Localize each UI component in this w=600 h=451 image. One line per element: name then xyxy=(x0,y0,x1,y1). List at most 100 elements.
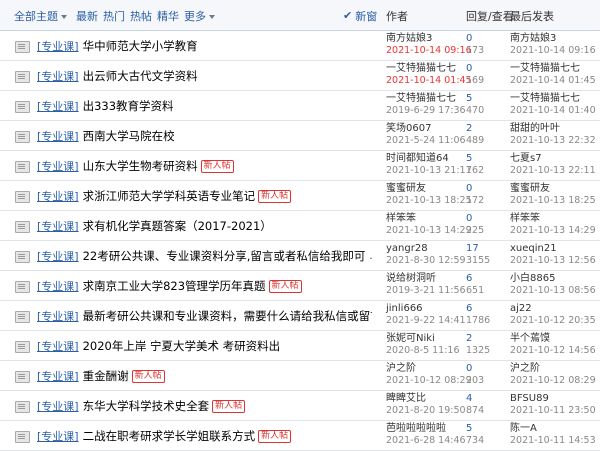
thread-category-link[interactable]: [专业课] xyxy=(37,308,79,324)
last-poster-link[interactable]: 半个蔫馍 xyxy=(510,333,600,345)
last-post-date-link[interactable]: 2021-10-14 01:45 xyxy=(510,75,600,87)
thread-title-link[interactable]: 二战在职考研求学长学姐联系方式 xyxy=(83,428,256,444)
reply-count-link[interactable]: 0 xyxy=(466,183,484,195)
thread-folder-icon[interactable] xyxy=(15,41,30,53)
last-poster-link[interactable]: aj22 xyxy=(510,303,600,315)
thread-title-link[interactable]: 求浙江师范大学学科英语专业笔记 xyxy=(83,188,256,204)
thread-folder-icon[interactable] xyxy=(15,341,30,353)
last-post-date-link[interactable]: 2021-10-12 14:56 xyxy=(510,345,600,357)
author-name-link[interactable]: 芭啦啦啦啦啦 xyxy=(386,423,476,435)
author-name-link[interactable]: yangr28 xyxy=(386,243,476,255)
thread-category-link[interactable]: [专业课] xyxy=(37,218,79,234)
reply-count-link[interactable]: 5 xyxy=(466,153,484,165)
last-post-date-link[interactable]: 2021-10-13 22:11 xyxy=(510,165,600,177)
thread-title-link[interactable]: 求有机化学真题答案（2017-2021） xyxy=(83,218,272,234)
thread-folder-icon[interactable] xyxy=(15,161,30,173)
author-name-link[interactable]: 南方姑娘3 xyxy=(386,33,476,45)
thread-folder-icon[interactable] xyxy=(15,311,30,323)
author-name-link[interactable]: 时间都知道64 xyxy=(386,153,476,165)
thread-folder-icon[interactable] xyxy=(15,191,30,203)
thread-category-link[interactable]: [专业课] xyxy=(37,278,79,294)
author-name-link[interactable]: 笑场0607 xyxy=(386,123,476,135)
thread-folder-icon[interactable] xyxy=(15,371,30,383)
reply-count-link[interactable]: 0 xyxy=(466,33,484,45)
thread-folder-icon[interactable] xyxy=(15,431,30,443)
last-poster-link[interactable]: 南方姑娘3 xyxy=(510,33,600,45)
filter-hot-posts-link[interactable]: 热帖 xyxy=(130,8,152,24)
last-poster-link[interactable]: 七夏s7 xyxy=(510,153,600,165)
thread-category-link[interactable]: [专业课] xyxy=(37,128,79,144)
last-post-date-link[interactable]: 2021-10-11 23:50 xyxy=(510,405,600,417)
reply-count-link[interactable]: 4 xyxy=(466,393,484,405)
last-poster-link[interactable]: 样笨笨 xyxy=(510,213,600,225)
thread-category-link[interactable]: [专业课] xyxy=(37,188,79,204)
last-post-date-link[interactable]: 2021-10-13 08:56 xyxy=(510,285,600,297)
reply-count-link[interactable]: 0 xyxy=(466,213,484,225)
reply-count-link[interactable]: 17 xyxy=(466,243,490,255)
thread-category-link[interactable]: [专业课] xyxy=(37,38,79,54)
filter-more-link[interactable]: 更多 xyxy=(184,8,215,24)
filter-hot-link[interactable]: 热门 xyxy=(103,8,125,24)
reply-count-link[interactable]: 0 xyxy=(466,63,484,75)
thread-title-link[interactable]: 2020年上岸 宁夏大学美术 考研资料出 xyxy=(83,338,281,354)
thread-folder-icon[interactable] xyxy=(15,221,30,233)
last-post-date-link[interactable]: 2021-10-12 08:29 xyxy=(510,375,600,387)
filter-all-link[interactable]: 全部主题 xyxy=(14,8,67,24)
thread-folder-icon[interactable] xyxy=(15,401,30,413)
reply-count-link[interactable]: 2 xyxy=(466,123,484,135)
last-poster-link[interactable]: 甜甜的叶叶 xyxy=(510,123,600,135)
last-post-date-link[interactable]: 2021-10-14 01:40 xyxy=(510,105,600,117)
thread-title-link[interactable]: 22考研公共课、专业课资料分享,留言或者私信给我即可 xyxy=(83,248,366,264)
reply-count-link[interactable]: 5 xyxy=(466,423,484,435)
last-poster-link[interactable]: 一艾特猫猫七七 xyxy=(510,63,600,75)
last-post-date-link[interactable]: 2021-10-13 22:32 xyxy=(510,135,600,147)
author-name-link[interactable]: 样笨笨 xyxy=(386,213,476,225)
thread-category-link[interactable]: [专业课] xyxy=(37,248,79,264)
filter-featured-link[interactable]: 精华 xyxy=(157,8,179,24)
thread-category-link[interactable]: [专业课] xyxy=(37,98,79,114)
thread-folder-icon[interactable] xyxy=(15,71,30,83)
thread-title-link[interactable]: 最新考研公共课和专业课资料，需要什么请给我私信或留言 xyxy=(83,308,372,324)
reply-count-link[interactable]: 5 xyxy=(466,93,484,105)
last-poster-link[interactable]: 一艾特猫猫七七 xyxy=(510,93,600,105)
author-name-link[interactable]: 张妮可Niki xyxy=(386,333,476,345)
thread-category-link[interactable]: [专业课] xyxy=(37,68,79,84)
author-name-link[interactable]: 睥睥艾比 xyxy=(386,393,476,405)
thread-category-link[interactable]: [专业课] xyxy=(37,338,79,354)
thread-category-link[interactable]: [专业课] xyxy=(37,398,79,414)
thread-folder-icon[interactable] xyxy=(15,251,30,263)
author-name-link[interactable]: jinli666 xyxy=(386,303,476,315)
thread-folder-icon[interactable] xyxy=(15,131,30,143)
last-post-date-link[interactable]: 2021-10-14 09:16 xyxy=(510,45,600,57)
thread-title-link[interactable]: 求南京工业大学823管理学历年真题 xyxy=(83,278,266,294)
thread-title-link[interactable]: 西南大学马院在校 xyxy=(83,128,175,144)
reply-count-link[interactable]: 0 xyxy=(466,363,484,375)
thread-title-link[interactable]: 重金酬谢 xyxy=(83,368,129,384)
thread-category-link[interactable]: [专业课] xyxy=(37,368,79,384)
thread-title-link[interactable]: 华中师范大学小学教育 xyxy=(83,38,198,54)
thread-title-link[interactable]: 东华大学科学技术史全套 xyxy=(83,398,210,414)
reply-count-link[interactable]: 2 xyxy=(466,333,490,345)
thread-title-link[interactable]: 出云师大古代文学资料 xyxy=(83,68,198,84)
thread-pages-link[interactable]: ... 2 xyxy=(369,251,372,262)
last-poster-link[interactable]: 蜜蜜研友 xyxy=(510,183,600,195)
thread-title-link[interactable]: 出333教育学资料 xyxy=(83,98,174,114)
last-poster-link[interactable]: 小白8865 xyxy=(510,273,600,285)
filter-latest-link[interactable]: 最新 xyxy=(76,8,98,24)
author-name-link[interactable]: 说给树洞听 xyxy=(386,273,476,285)
thread-folder-icon[interactable] xyxy=(15,101,30,113)
thread-category-link[interactable]: [专业课] xyxy=(37,428,79,444)
last-post-date-link[interactable]: 2021-10-12 20:35 xyxy=(510,315,600,327)
author-name-link[interactable]: 沪之阶 xyxy=(386,363,476,375)
thread-category-link[interactable]: [专业课] xyxy=(37,158,79,174)
new-window-toggle[interactable]: ✔ 新窗 xyxy=(343,0,377,31)
author-name-link[interactable]: 蜜蜜研友 xyxy=(386,183,476,195)
reply-count-link[interactable]: 6 xyxy=(466,303,490,315)
reply-count-link[interactable]: 6 xyxy=(466,273,484,285)
last-poster-link[interactable]: 陈一A xyxy=(510,423,600,435)
last-post-date-link[interactable]: 2021-10-13 18:25 xyxy=(510,195,600,207)
last-post-date-link[interactable]: 2021-10-11 14:53 xyxy=(510,435,600,447)
thread-folder-icon[interactable] xyxy=(15,281,30,293)
thread-title-link[interactable]: 山东大学生物考研资料 xyxy=(83,158,198,174)
author-name-link[interactable]: 一艾特猫猫七七 xyxy=(386,63,476,75)
